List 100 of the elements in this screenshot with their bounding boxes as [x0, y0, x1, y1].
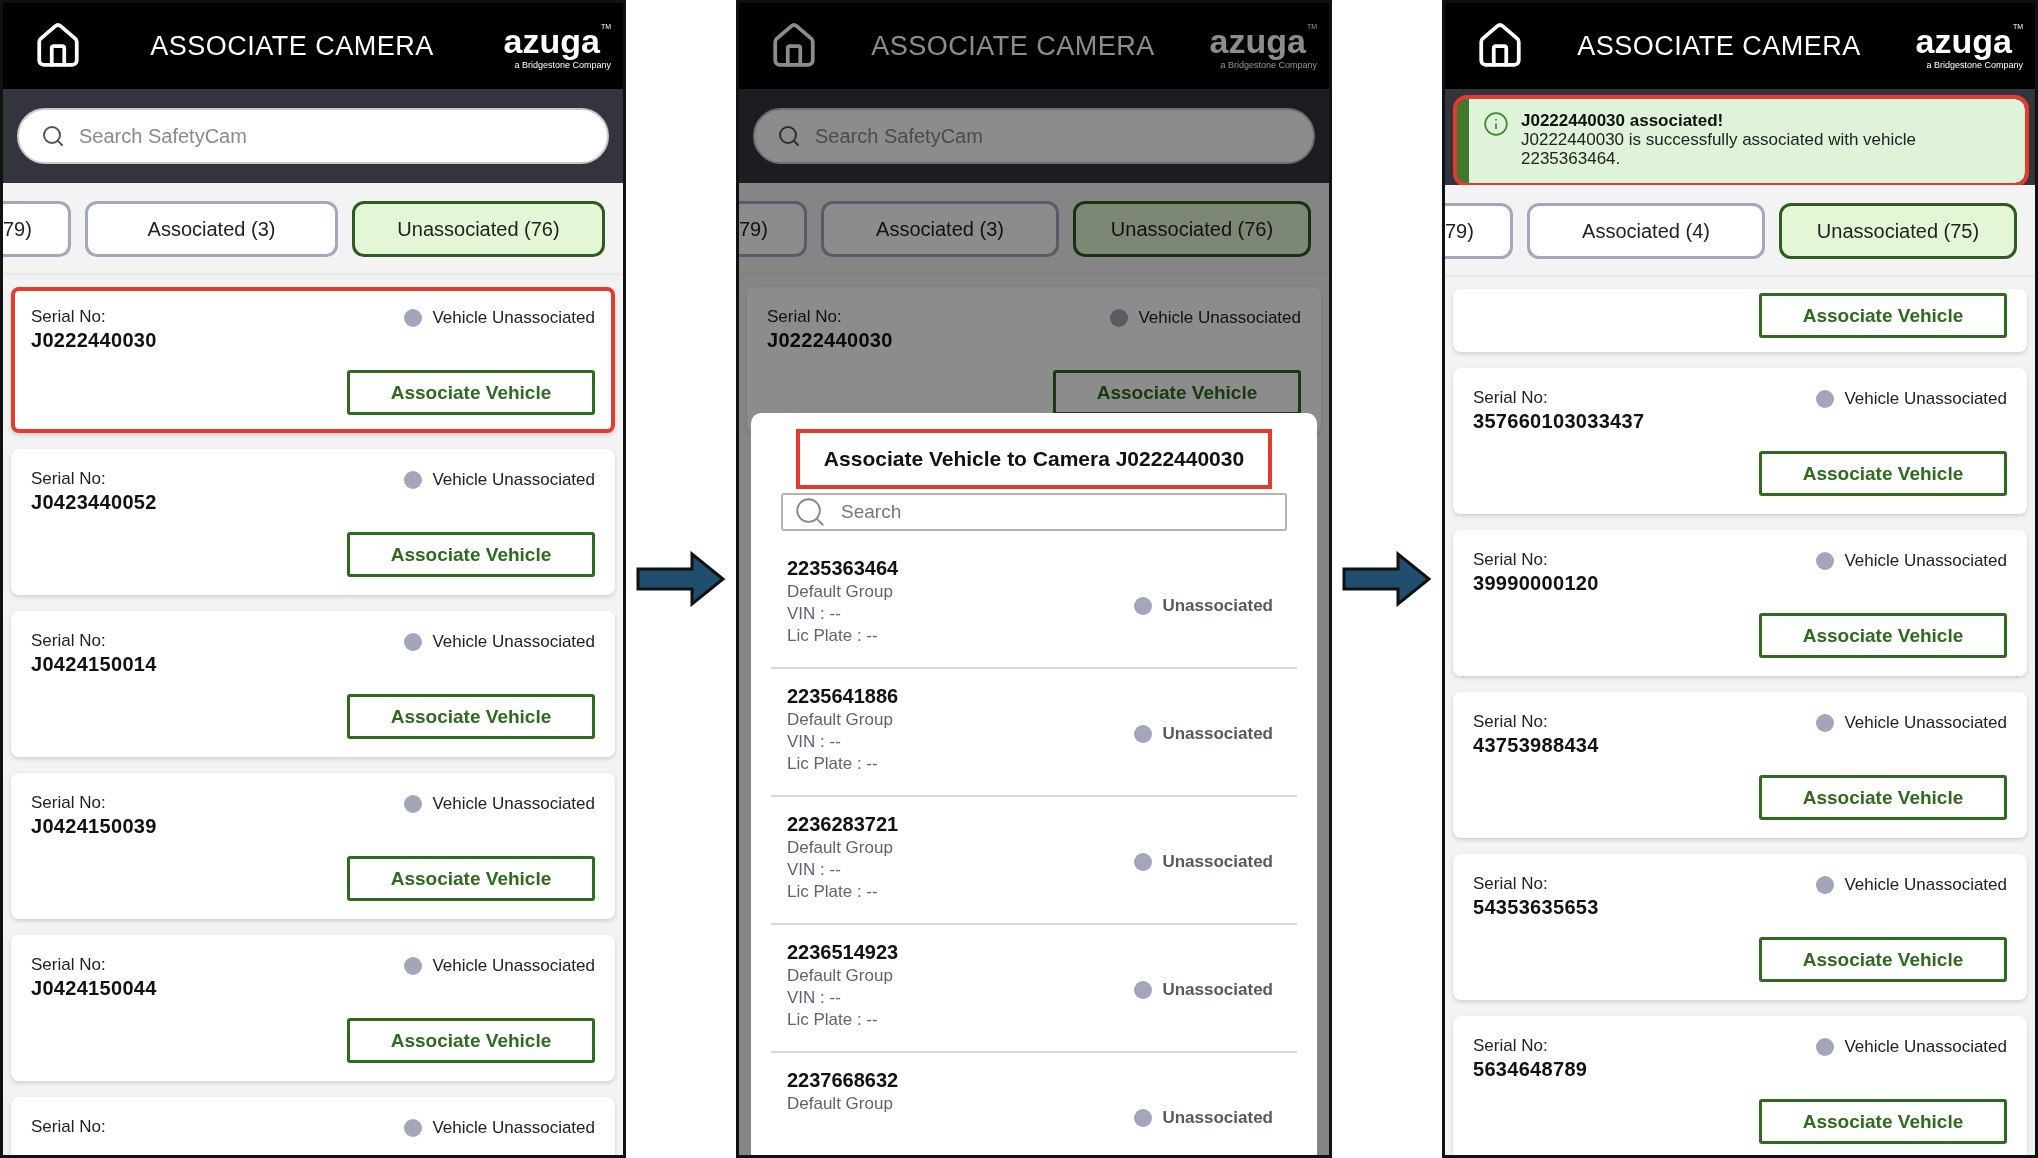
- status-text: Vehicle Unassociated: [432, 956, 595, 976]
- serial-label: Serial No:: [1473, 712, 1549, 732]
- license-plate: Lic Plate : --: [787, 754, 879, 774]
- status-dot: [404, 633, 423, 651]
- serial-number: 43753988434: [1473, 734, 1599, 757]
- vehicle-row[interactable]: 2236514923 Default Group VIN : -- Lic Plate : -- Unassociated: [771, 925, 1297, 1053]
- vehicle-number: 2235641886: [787, 685, 899, 708]
- associate-vehicle-button[interactable]: Associate Vehicle: [347, 1018, 595, 1063]
- vehicle-vin: VIN : --: [787, 604, 842, 624]
- filter-tab[interactable]: Associated (3): [821, 201, 1059, 257]
- vehicle-row[interactable]: 2235363464 Default Group VIN : -- Lic Plate : -- Unassociated: [771, 541, 1297, 669]
- status-text: Vehicle Unassociated: [432, 308, 595, 328]
- status-text: Vehicle Unassociated: [432, 632, 595, 652]
- filter-tab[interactable]: 79): [1445, 203, 1513, 259]
- vehicle-vin: VIN : --: [787, 732, 842, 752]
- vehicle-group: Default Group: [787, 710, 899, 730]
- serial-label: Serial No:: [31, 469, 107, 489]
- status-text: Vehicle Unassociated: [1844, 713, 2007, 733]
- vehicle-vin: VIN : --: [787, 988, 842, 1008]
- vehicle-number: 2236514923: [787, 941, 899, 964]
- license-plate: Lic Plate : --: [787, 882, 879, 902]
- status-dot: [1110, 309, 1129, 327]
- logo-tagline: a Bridgestone Company: [514, 59, 611, 70]
- vehicle-vin: VIN : --: [787, 860, 842, 880]
- vehicle-group: Default Group: [787, 838, 899, 858]
- arrow-icon: [1342, 551, 1432, 607]
- associate-vehicle-button[interactable]: Associate Vehicle: [1759, 937, 2007, 982]
- associate-vehicle-button[interactable]: Associate Vehicle: [1759, 775, 2007, 820]
- logo-tagline: a Bridgestone Company: [1926, 59, 2023, 70]
- status-text: Vehicle Unassociated: [432, 794, 595, 814]
- status-dot: [1816, 552, 1835, 570]
- screen-title: ASSOCIATE CAMERA: [149, 30, 435, 62]
- associate-vehicle-button[interactable]: Associate Vehicle: [1759, 1099, 2007, 1144]
- filter-tab[interactable]: Associated (4): [1527, 203, 1765, 259]
- serial-label: Serial No:: [31, 631, 107, 651]
- serial-label: Serial No:: [767, 307, 843, 327]
- vehicle-group: Default Group: [787, 1094, 899, 1114]
- associate-vehicle-button[interactable]: Associate Vehicle: [1759, 293, 2007, 338]
- associate-vehicle-button[interactable]: Associate Vehicle: [1759, 613, 2007, 658]
- status-dot: [1816, 714, 1835, 732]
- status-text: Vehicle Unassociated: [432, 470, 595, 490]
- serial-label: Serial No:: [1473, 388, 1549, 408]
- status-text: Vehicle Unassociated: [1844, 1037, 2007, 1057]
- serial-label: Serial No:: [1473, 874, 1549, 894]
- vehicle-number: 2237668632: [787, 1069, 899, 1092]
- filter-tab[interactable]: Unassociated (76): [1073, 201, 1311, 257]
- sheet-title: Associate Vehicle to Camera J0222440030: [795, 429, 1273, 489]
- serial-number: 5634648789: [1473, 1058, 1588, 1081]
- screen-title: ASSOCIATE CAMERA: [870, 30, 1156, 62]
- status-text: Vehicle Unassociated: [432, 1118, 595, 1138]
- status-text: Unassociated: [1162, 1108, 1273, 1128]
- serial-number: J0424150044: [31, 977, 157, 1000]
- serial-label: Serial No:: [31, 1117, 106, 1137]
- status-dot: [1134, 725, 1153, 743]
- vehicle-row[interactable]: 2236283721 Default Group VIN : -- Lic Plate : -- Unassociated: [771, 797, 1297, 925]
- status-text: Unassociated: [1162, 596, 1273, 616]
- serial-number: J0423440052: [31, 491, 157, 514]
- serial-label: Serial No:: [31, 955, 107, 975]
- associate-vehicle-button[interactable]: Associate Vehicle: [1759, 451, 2007, 496]
- status-dot: [1816, 1038, 1835, 1056]
- search-field[interactable]: Search SafetyCam: [17, 108, 609, 164]
- associate-vehicle-button[interactable]: Associate Vehicle: [347, 856, 595, 901]
- status-text: Vehicle Unassociated: [1844, 875, 2007, 895]
- status-text: Unassociated: [1162, 852, 1273, 872]
- serial-number: J0424150014: [31, 653, 157, 676]
- vehicle-row[interactable]: 2237668632 Default Group Unassociated: [771, 1053, 1297, 1155]
- status-text: Vehicle Unassociated: [1138, 308, 1301, 328]
- license-plate: Lic Plate : --: [787, 626, 879, 646]
- vehicle-group: Default Group: [787, 582, 899, 602]
- serial-number: J0222440030: [31, 329, 157, 352]
- status-dot: [404, 471, 423, 489]
- filter-tab[interactable]: Associated (3): [85, 201, 338, 257]
- associate-vehicle-button[interactable]: Associate Vehicle: [347, 532, 595, 577]
- vehicle-group: Default Group: [787, 966, 899, 986]
- vehicle-search-field[interactable]: Search: [781, 493, 1287, 531]
- status-dot: [404, 1119, 423, 1137]
- vehicle-row[interactable]: 2235641886 Default Group VIN : -- Lic Plate : -- Unassociated: [771, 669, 1297, 797]
- associate-vehicle-button[interactable]: Associate Vehicle: [347, 694, 595, 739]
- status-dot: [1816, 876, 1835, 894]
- search-icon: [41, 124, 65, 148]
- search-icon: [777, 124, 801, 148]
- logo-wordmark: azuga: [1209, 22, 1306, 59]
- serial-label: Serial No:: [1473, 1036, 1549, 1056]
- filter-tab[interactable]: Unassociated (76): [352, 201, 605, 257]
- filter-tab[interactable]: Unassociated (75): [1779, 203, 2017, 259]
- associate-vehicle-button[interactable]: Associate Vehicle: [1053, 370, 1301, 415]
- status-text: Vehicle Unassociated: [1844, 389, 2007, 409]
- associate-vehicle-button[interactable]: Associate Vehicle: [347, 370, 595, 415]
- info-icon: [1483, 111, 1509, 137]
- status-dot: [404, 309, 423, 327]
- logo-wordmark: azuga: [503, 22, 600, 59]
- serial-label: Serial No:: [31, 307, 107, 327]
- filter-tab[interactable]: 79): [3, 201, 71, 257]
- filter-tab[interactable]: 79): [739, 201, 807, 257]
- serial-number: 54353635653: [1473, 896, 1599, 919]
- license-plate: Lic Plate : --: [787, 1010, 879, 1030]
- serial-number: 357660103033437: [1473, 410, 1645, 433]
- status-dot: [1134, 1109, 1153, 1127]
- status-text: Unassociated: [1162, 724, 1273, 744]
- serial-number: J0424150039: [31, 815, 157, 838]
